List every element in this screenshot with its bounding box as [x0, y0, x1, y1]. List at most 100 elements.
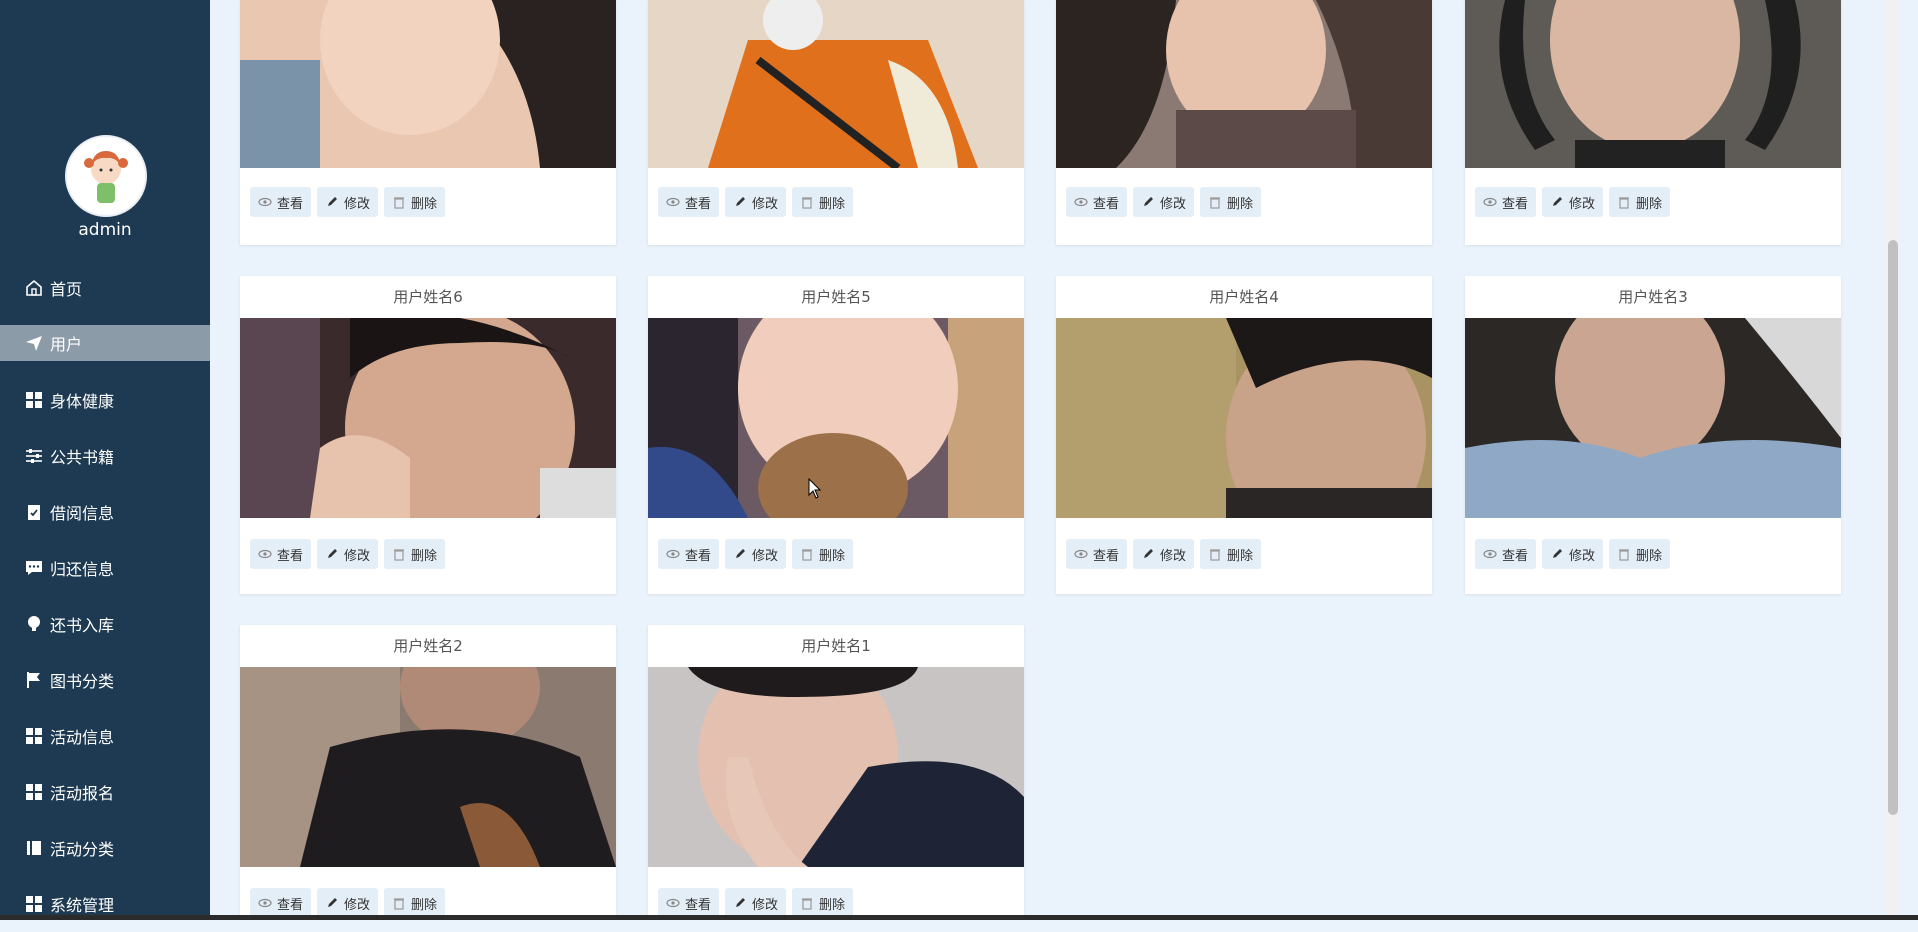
- card-actions: 查看 修改 删除: [658, 539, 854, 569]
- sidebar-item-label: 用户: [50, 335, 83, 354]
- view-button[interactable]: 查看: [250, 539, 312, 569]
- edit-button[interactable]: 修改: [725, 888, 787, 918]
- edit-button[interactable]: 修改: [1542, 539, 1604, 569]
- user-photo[interactable]: [1465, 0, 1841, 168]
- delete-button[interactable]: 删除: [384, 539, 446, 569]
- user-photo[interactable]: [240, 318, 616, 518]
- view-button[interactable]: 查看: [250, 888, 312, 918]
- card-actions: 查看 修改 删除: [250, 539, 446, 569]
- sidebar-item-home[interactable]: 首页: [0, 260, 210, 316]
- view-button[interactable]: 查看: [1475, 539, 1537, 569]
- sidebar-item-label: 活动报名: [50, 784, 115, 803]
- delete-button[interactable]: 删除: [1609, 187, 1671, 217]
- card-actions: 查看 修改 删除: [1475, 187, 1671, 217]
- view-button[interactable]: 查看: [658, 888, 720, 918]
- lightbulb-icon: [24, 614, 44, 634]
- view-button[interactable]: 查看: [1066, 187, 1128, 217]
- user-photo[interactable]: [240, 0, 616, 168]
- edit-button[interactable]: 修改: [725, 539, 787, 569]
- delete-button[interactable]: 删除: [384, 888, 446, 918]
- trash-icon: [800, 547, 814, 561]
- edit-button[interactable]: 修改: [725, 187, 787, 217]
- delete-button[interactable]: 删除: [792, 187, 854, 217]
- grid-icon: [24, 894, 44, 914]
- edit-button[interactable]: 修改: [1133, 539, 1195, 569]
- card-title: 用户姓名5: [801, 288, 871, 306]
- trash-icon: [392, 195, 406, 209]
- home-icon: [24, 278, 44, 298]
- pencil-icon: [1550, 547, 1564, 561]
- edit-button[interactable]: 修改: [1133, 187, 1195, 217]
- sidebar-item-label: 还书入库: [50, 616, 115, 635]
- sidebar-item-system[interactable]: 系统管理: [0, 876, 210, 932]
- card-actions: 查看 修改 删除: [658, 187, 854, 217]
- sidebar-item-borrow-info[interactable]: 借阅信息: [0, 484, 210, 540]
- scrollbar[interactable]: [1886, 0, 1900, 915]
- grid-icon: [24, 782, 44, 802]
- delete-button[interactable]: 删除: [1200, 187, 1262, 217]
- sidebar-item-label: 借阅信息: [50, 504, 115, 523]
- eye-icon: [1483, 195, 1497, 209]
- view-button[interactable]: 查看: [250, 187, 312, 217]
- sidebar-item-return-storage[interactable]: 还书入库: [0, 596, 210, 652]
- mouse-cursor-icon: [808, 478, 822, 499]
- pencil-icon: [733, 896, 747, 910]
- avatar[interactable]: [65, 135, 147, 217]
- view-button[interactable]: 查看: [658, 539, 720, 569]
- trash-icon: [800, 896, 814, 910]
- sidebar-item-return-info[interactable]: 归还信息: [0, 540, 210, 596]
- user-photo[interactable]: [1465, 318, 1841, 518]
- sidebar-item-book-category[interactable]: 图书分类: [0, 652, 210, 708]
- sidebar-item-label: 活动分类: [50, 840, 115, 859]
- flag-icon: [24, 670, 44, 690]
- delete-button[interactable]: 删除: [792, 539, 854, 569]
- pencil-icon: [1550, 195, 1564, 209]
- pencil-icon: [1141, 547, 1155, 561]
- sidebar-item-health[interactable]: 身体健康: [0, 372, 210, 428]
- sidebar-item-label: 图书分类: [50, 672, 115, 691]
- sidebar-item-activity-signup[interactable]: 活动报名: [0, 764, 210, 820]
- eye-icon: [258, 547, 272, 561]
- eye-icon: [258, 195, 272, 209]
- user-photo[interactable]: [648, 667, 1024, 867]
- eye-icon: [666, 896, 680, 910]
- user-card: 查看 修改 删除: [1465, 0, 1841, 245]
- delete-button[interactable]: 删除: [792, 888, 854, 918]
- card-title: 用户姓名4: [1209, 288, 1279, 306]
- delete-button[interactable]: 删除: [1609, 539, 1671, 569]
- user-photo[interactable]: [1056, 318, 1432, 518]
- eye-icon: [666, 547, 680, 561]
- grid-icon: [24, 390, 44, 410]
- card-actions: 查看 修改 删除: [658, 888, 854, 918]
- edit-button[interactable]: 修改: [317, 888, 379, 918]
- sidebar-item-public-books[interactable]: 公共书籍: [0, 428, 210, 484]
- trash-icon: [1208, 547, 1222, 561]
- user-photo[interactable]: [240, 667, 616, 867]
- view-button[interactable]: 查看: [1475, 187, 1537, 217]
- user-photo[interactable]: [648, 0, 1024, 168]
- card-title: 用户姓名2: [393, 637, 463, 655]
- scrollbar-thumb[interactable]: [1888, 240, 1898, 815]
- user-card: 用户姓名1 查看 修改 删除: [648, 625, 1024, 918]
- bottom-bar: [0, 915, 1918, 920]
- card-title: 用户姓名6: [393, 288, 463, 306]
- delete-button[interactable]: 删除: [384, 187, 446, 217]
- delete-button[interactable]: 删除: [1200, 539, 1262, 569]
- sidebar-item-label: 公共书籍: [50, 448, 115, 467]
- edit-button[interactable]: 修改: [1542, 187, 1604, 217]
- edit-button[interactable]: 修改: [317, 539, 379, 569]
- card-actions: 查看 修改 删除: [1475, 539, 1671, 569]
- sidebar: admin 首页 用户 身体健康 公共书籍 借阅信息 归还信息 还书入库 图书分…: [0, 0, 210, 920]
- grid-icon: [24, 726, 44, 746]
- username: admin: [78, 220, 132, 240]
- sidebar-item-activity-info[interactable]: 活动信息: [0, 708, 210, 764]
- user-card: 用户姓名6 查看 修改 删除: [240, 276, 616, 594]
- pencil-icon: [325, 195, 339, 209]
- sidebar-item-activity-category[interactable]: 活动分类: [0, 820, 210, 876]
- user-photo[interactable]: [1056, 0, 1432, 168]
- user-photo[interactable]: [648, 318, 1024, 518]
- view-button[interactable]: 查看: [1066, 539, 1128, 569]
- view-button[interactable]: 查看: [658, 187, 720, 217]
- edit-button[interactable]: 修改: [317, 187, 379, 217]
- sidebar-item-users[interactable]: 用户: [0, 325, 210, 361]
